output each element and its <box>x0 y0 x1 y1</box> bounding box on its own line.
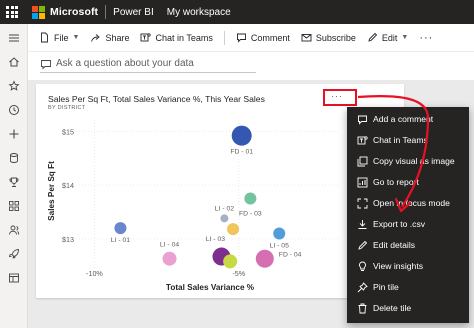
copy-image-icon <box>357 156 368 166</box>
point-label: LI - 02 <box>215 205 234 212</box>
scatter-point[interactable] <box>223 254 238 269</box>
menu-item-label: Chat in Teams <box>373 135 428 145</box>
menu-item-label: Open in focus mode <box>373 198 450 208</box>
y-tick-label: $13 <box>62 235 74 244</box>
y-axis-label: Sales Per Sq Ft <box>47 161 56 221</box>
menu-item-view-insights[interactable]: View insights <box>347 256 469 276</box>
menu-item-focus-mode[interactable]: Open in focus mode <box>347 193 469 213</box>
point-label: LI - 05 <box>270 242 289 249</box>
menu-item-label: Export to .csv <box>373 219 426 229</box>
menu-item-go-to-report[interactable]: Go to report <box>347 172 469 192</box>
x-axis-label: Total Sales Variance % <box>166 283 255 292</box>
x-tick-label: -5% <box>232 269 245 278</box>
menu-item-label: Edit details <box>373 240 416 250</box>
go-to-report-icon <box>357 177 368 187</box>
teams-icon <box>357 135 368 144</box>
point-label: FD - 03 <box>239 211 262 218</box>
pin-icon <box>357 281 368 292</box>
point-label: FD - 01 <box>230 149 253 156</box>
scatter-point[interactable] <box>220 214 229 223</box>
menu-item-label: Add a comment <box>373 114 434 124</box>
menu-item-label: Pin tile <box>373 282 399 292</box>
menu-item-label: Delete tile <box>373 303 412 313</box>
insights-icon <box>359 261 366 271</box>
scatter-point[interactable] <box>114 222 127 235</box>
menu-item-pin-tile[interactable]: Pin tile <box>347 277 469 297</box>
menu-item-chat-in-teams[interactable]: Chat in Teams <box>347 130 469 150</box>
scatter-point[interactable] <box>231 125 252 146</box>
scatter-point[interactable] <box>162 251 177 266</box>
menu-item-edit-details[interactable]: Edit details <box>347 235 469 255</box>
focus-mode-icon <box>357 198 368 208</box>
tile-context-menu: Add a comment Chat in Teams Copy visual … <box>347 107 469 323</box>
menu-item-label: View insights <box>373 261 423 271</box>
delete-icon <box>358 303 367 313</box>
y-tick-label: $15 <box>62 127 74 136</box>
y-tick-label: $14 <box>62 181 74 190</box>
menu-item-export-csv[interactable]: Export to .csv <box>347 214 469 234</box>
edit-icon <box>358 240 368 250</box>
point-label: LI - 03 <box>206 236 225 243</box>
more-options-highlight <box>323 89 357 106</box>
point-label: FD - 04 <box>279 252 302 259</box>
point-label: LI - 04 <box>160 242 179 249</box>
menu-item-copy-visual[interactable]: Copy visual as image <box>347 151 469 171</box>
scatter-point[interactable] <box>227 223 240 236</box>
export-icon <box>358 219 367 229</box>
menu-item-label: Go to report <box>373 177 419 187</box>
point-label: LI - 01 <box>111 237 130 244</box>
menu-item-delete-tile[interactable]: Delete tile <box>347 298 469 318</box>
scatter-point[interactable] <box>273 227 286 240</box>
scatter-point[interactable] <box>244 192 257 205</box>
menu-item-label: Copy visual as image <box>373 156 455 166</box>
comment-icon <box>358 115 367 125</box>
scatter-point[interactable] <box>255 249 274 268</box>
menu-item-add-comment[interactable]: Add a comment <box>347 109 469 129</box>
x-tick-label: -10% <box>86 269 103 278</box>
